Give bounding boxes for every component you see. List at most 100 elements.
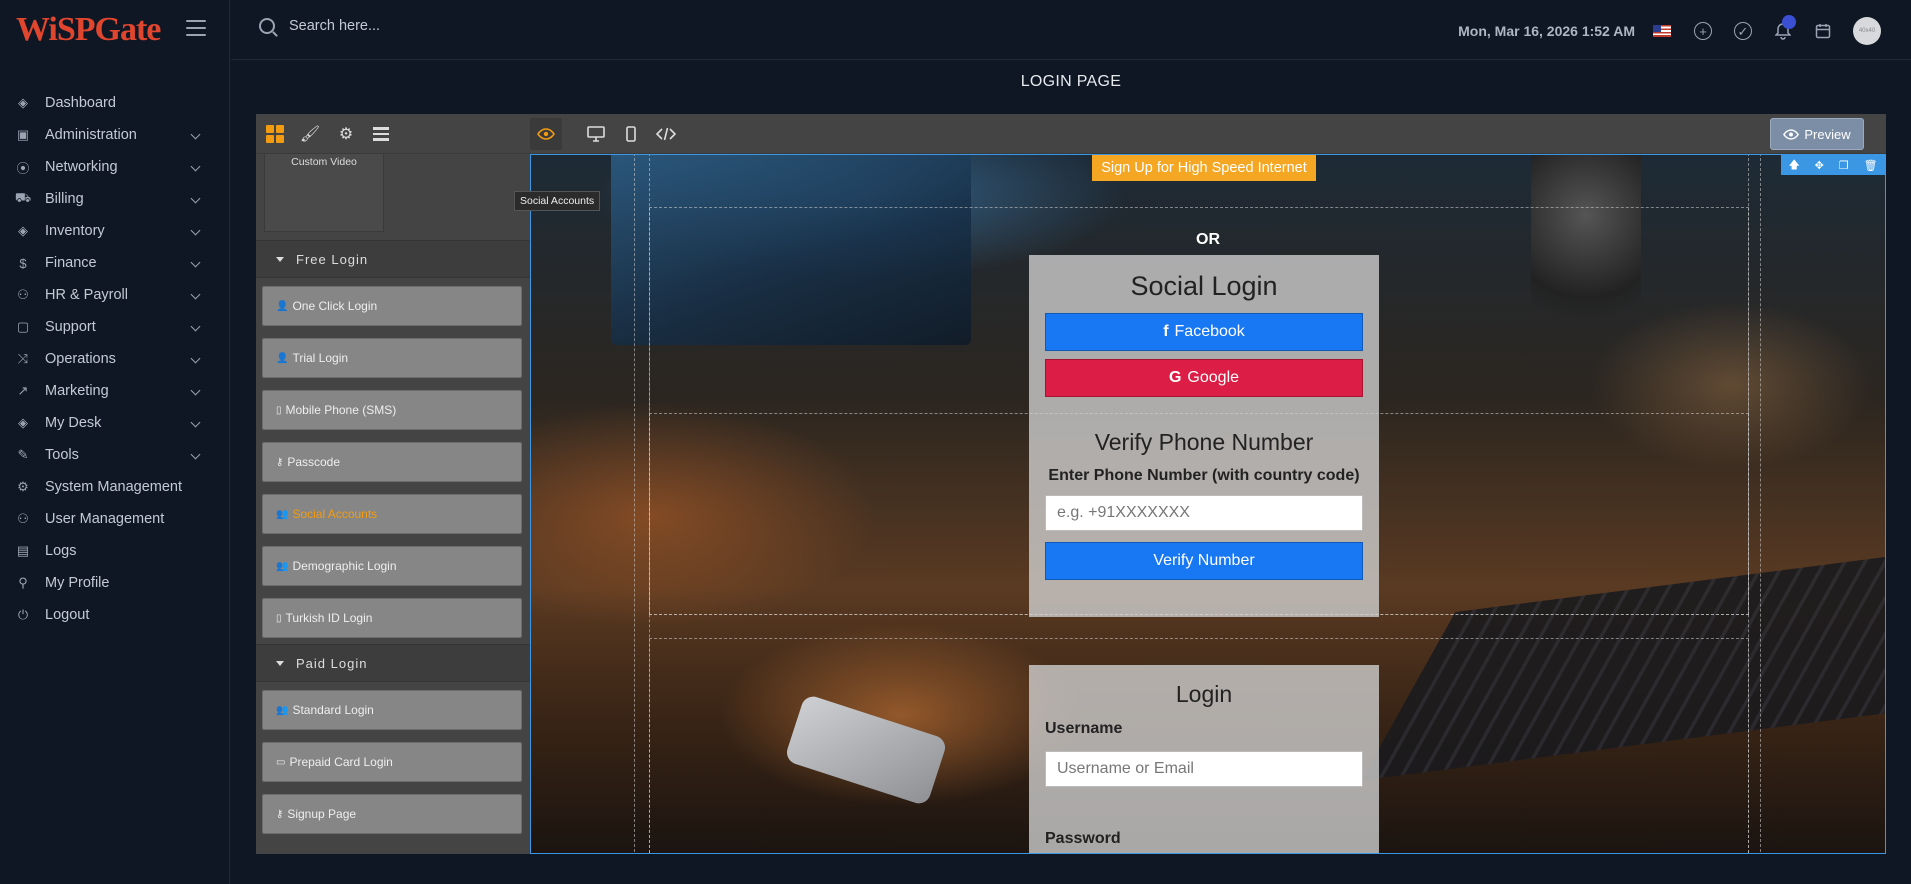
block-mobile-phone-sms[interactable]: ▯ Mobile Phone (SMS) [262,390,522,430]
sidebar-item-label: Logout [45,607,90,623]
sidebar-item-label: Networking [45,159,118,175]
sidebar-item-system-management[interactable]: ⚙ System Management [0,471,229,503]
block-social-accounts[interactable]: 👥 Social Accounts [262,494,522,534]
sidebar-item-my-profile[interactable]: ⚲ My Profile [0,567,229,599]
sidebar-item-label: Dashboard [45,95,116,111]
brand-logo[interactable]: WiSPGate [0,0,229,60]
block-label: Passcode [287,455,341,469]
category-label: Free Login [296,251,369,267]
caret-down-icon [276,660,284,666]
block-signup-page[interactable]: ⚷ Signup Page [262,794,522,834]
block-icon: 👥 [276,508,289,520]
code-icon[interactable] [656,124,676,144]
page-title: LOGIN PAGE [1020,73,1122,90]
block-trial-login[interactable]: 👤 Trial Login [262,338,522,378]
chevron-down-icon [190,193,201,204]
sidebar-item-label: My Profile [45,575,110,591]
sidebar-item-dashboard[interactable]: ◈ Dashboard [0,87,229,119]
preview-button[interactable]: Preview [1770,118,1864,150]
sidebar-item-label: Administration [45,127,137,143]
sidebar-item-label: User Management [45,511,165,527]
editor-toolbar: 🖌 ⚙ Preview [256,114,1886,154]
block-label: One Click Login [292,299,378,313]
username-input[interactable] [1045,751,1363,787]
select-parent-icon[interactable]: 🡅 [1788,156,1799,175]
search-input[interactable] [289,18,589,34]
trending-icon: ↗ [17,383,29,398]
sidebar-item-inventory[interactable]: ◈ Inventory [0,215,229,247]
delete-icon[interactable]: 🗑 [1864,159,1878,172]
sidebar-item-hr-payroll[interactable]: ⚇ HR & Payroll [0,279,229,311]
category-free-login[interactable]: Free Login [256,240,530,278]
search-bar [259,18,589,34]
eye-icon[interactable] [536,124,556,144]
chevron-down-icon [190,385,201,396]
sidebar-item-support[interactable]: ▢ Support [0,311,229,343]
facebook-button[interactable]: f Facebook [1045,313,1363,351]
sidebar-item-label: Finance [45,255,97,271]
signup-button[interactable]: Sign Up for High Speed Internet [1092,155,1316,181]
sidebar-item-administration[interactable]: ▣ Administration [0,119,229,151]
block-passcode[interactable]: ⚷ Passcode [262,442,522,482]
user-icon: ⚲ [18,575,28,590]
block-custom-video[interactable]: Custom Video [264,154,384,232]
avatar[interactable]: 40x40 [1853,17,1881,45]
mobile-icon[interactable] [621,124,641,144]
preview-label: Preview [1804,126,1851,142]
paint-brush-icon[interactable]: 🖌 [300,124,320,144]
block-label: Demographic Login [292,559,397,573]
add-circle-icon[interactable]: + [1693,21,1713,41]
sidebar-item-networking[interactable]: ⦿ Networking [0,151,229,183]
phone-input[interactable] [1045,495,1363,531]
sidebar-item-tools[interactable]: ✎ Tools [0,439,229,471]
password-label: Password [1045,830,1121,847]
block-demographic-login[interactable]: 👥 Demographic Login [262,546,522,586]
settings-gear-icon[interactable]: ⚙ [336,124,356,144]
block-standard-login[interactable]: 👥 Standard Login [262,690,522,730]
sidebar-item-my-desk[interactable]: ◈ My Desk [0,407,229,439]
sidebar-item-marketing[interactable]: ↗ Marketing [0,375,229,407]
verify-phone-card: Verify Phone Number Enter Phone Number (… [1029,415,1379,617]
power-icon: ⏻ [17,607,29,622]
facebook-icon: f [1163,323,1169,340]
sidebar-item-user-management[interactable]: ⚇ User Management [0,503,229,535]
desktop-icon[interactable] [586,124,606,144]
menu-toggle-icon[interactable] [186,20,206,36]
verify-number-button[interactable]: Verify Number [1045,542,1363,580]
us-flag-icon[interactable] [1653,25,1671,37]
block-icon: ▯ [276,404,282,416]
blocks-grid-icon[interactable] [265,124,285,144]
cart-icon: ⛟ [14,190,32,205]
layers-menu-icon[interactable] [371,124,391,144]
dollar-icon: $ [19,255,27,271]
block-prepaid-card-login[interactable]: ▭ Prepaid Card Login [262,742,522,782]
sidebar-item-label: HR & Payroll [45,287,128,303]
phone-label: Enter Phone Number (with country code) [1048,467,1360,484]
chevron-down-icon [190,353,201,364]
bell-icon[interactable] [1773,15,1796,41]
block-icon: ⚷ [276,456,284,468]
sidebar-item-logout[interactable]: ⏻ Logout [0,599,229,631]
block-turkish-id-login[interactable]: ▯ Turkish ID Login [262,598,522,638]
google-label: Google [1187,369,1240,386]
sidebar-item-operations[interactable]: ⤨ Operations [0,343,229,375]
block-one-click-login[interactable]: 👤 One Click Login [262,286,522,326]
sidebar-item-label: Operations [45,351,116,367]
block-label: Custom Video [291,156,357,168]
google-button[interactable]: G Google [1045,359,1363,397]
blocks-panel: Custom Video Free Login Paid Login 👤 One … [256,154,530,854]
calendar-icon[interactable] [1813,21,1833,41]
clone-icon[interactable]: ❐ [1839,159,1849,172]
datetime: Mon, Mar 16, 2026 1:52 AM [1458,23,1635,39]
sidebar-item-billing[interactable]: ⛟ Billing [0,183,229,215]
check-circle-icon[interactable]: ✓ [1733,21,1753,41]
search-icon [259,18,275,34]
sidebar-item-logs[interactable]: ▤ Logs [0,535,229,567]
category-paid-login[interactable]: Paid Login [256,644,530,682]
move-icon[interactable]: ✥ [1815,159,1824,172]
sidebar-item-label: Support [45,319,96,335]
sidebar-item-label: Tools [45,447,79,463]
header-actions: Mon, Mar 16, 2026 1:52 AM + ✓ 40x40 [1458,15,1881,45]
sidebar-item-finance[interactable]: $ Finance [0,247,229,279]
editor-canvas[interactable]: 🡅 ✥ ❐ 🗑 Sign Up for High Speed Internet … [530,154,1886,854]
